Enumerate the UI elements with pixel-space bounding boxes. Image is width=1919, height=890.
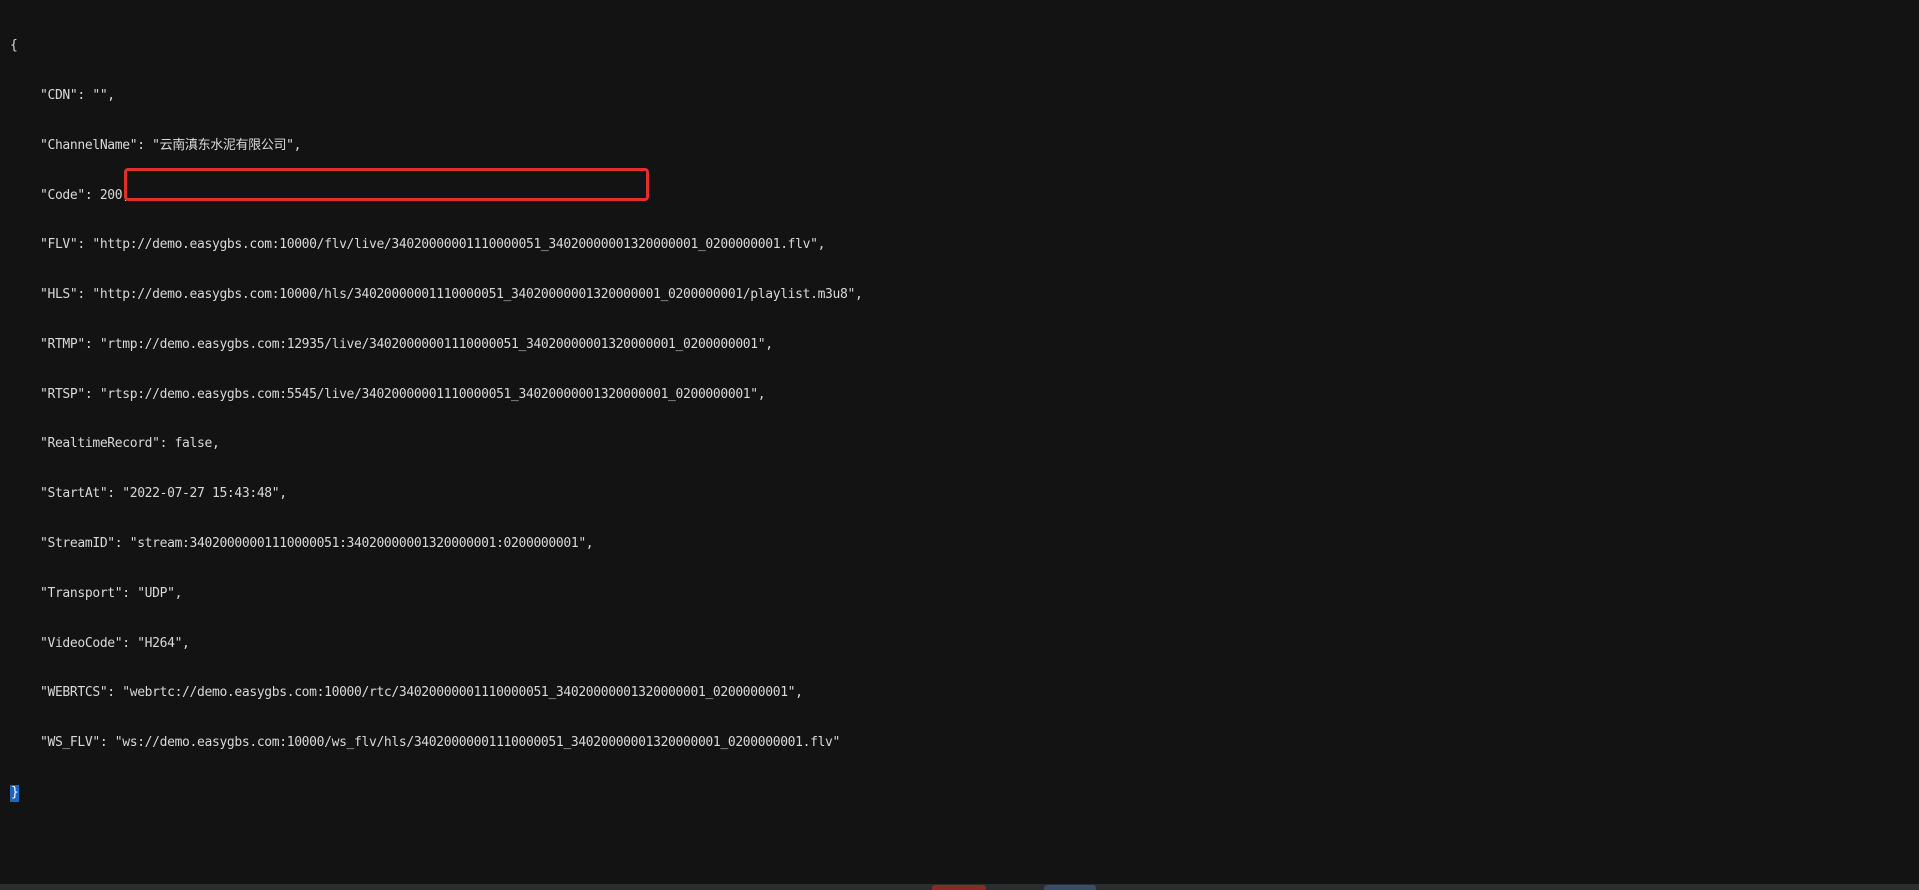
json-line-code: "Code": 200, (10, 188, 862, 205)
taskbar-app-icon[interactable] (932, 885, 986, 890)
json-line-text: "RTMP": "rtmp://demo.easygbs.com:12935/l… (40, 336, 773, 352)
json-line-videocode: "VideoCode": "H264", (10, 636, 862, 653)
json-text[interactable]: { "CDN": "", "ChannelName": "云南滇东水泥有限公司"… (10, 5, 863, 835)
json-line-cdn: "CDN": "", (10, 88, 862, 105)
json-open-brace: { (10, 38, 18, 54)
json-line-rtmp: "RTMP": "rtmp://demo.easygbs.com:12935/l… (10, 337, 862, 354)
json-line-text: "StartAt": "2022-07-27 15:43:48", (40, 486, 287, 502)
json-line-transport: "Transport": "UDP", (10, 586, 862, 603)
json-line-text: "FLV": "http://demo.easygbs.com:10000/fl… (40, 237, 826, 253)
json-line-text: "Transport": "UDP", (40, 585, 183, 601)
json-viewer: { "CDN": "", "ChannelName": "云南滇东水泥有限公司"… (0, 0, 1919, 890)
taskbar-app-icon[interactable] (1044, 885, 1096, 890)
json-line-text: "RealtimeRecord": false, (40, 436, 220, 452)
json-line-text: "CDN": "", (40, 87, 115, 103)
json-line-streamid: "StreamID": "stream:34020000001110000051… (10, 536, 862, 553)
json-line-rtsp: "RTSP": "rtsp://demo.easygbs.com:5545/li… (10, 387, 862, 404)
json-line-text: "Code": 200, (40, 187, 130, 203)
json-line-realtimerecord: "RealtimeRecord": false, (10, 436, 862, 453)
json-line-text: "WEBRTCS": "webrtc://demo.easygbs.com:10… (40, 685, 803, 701)
json-line-text: "VideoCode": "H264", (40, 635, 190, 651)
json-line-text: "ChannelName": "云南滇东水泥有限公司", (40, 137, 302, 153)
json-line-flv: "FLV": "http://demo.easygbs.com:10000/fl… (10, 237, 862, 254)
json-close-brace-line: } (10, 784, 862, 802)
json-line-channelname: "ChannelName": "云南滇东水泥有限公司", (10, 138, 862, 155)
json-line-text: "HLS": "http://demo.easygbs.com:10000/hl… (40, 287, 863, 303)
json-close-brace[interactable]: } (10, 784, 20, 802)
json-line-ws-flv: "WS_FLV": "ws://demo.easygbs.com:10000/w… (10, 735, 862, 752)
json-line-webrtcs: "WEBRTCS": "webrtc://demo.easygbs.com:10… (10, 685, 862, 702)
json-line-text: "WS_FLV": "ws://demo.easygbs.com:10000/w… (40, 735, 841, 751)
json-line-text: "StreamID": "stream:34020000001110000051… (40, 536, 594, 551)
taskbar-strip (0, 884, 1919, 890)
json-line-hls: "HLS": "http://demo.easygbs.com:10000/hl… (10, 287, 863, 304)
json-line-startat: "StartAt": "2022-07-27 15:43:48", (10, 486, 862, 503)
json-line-text: "RTSP": "rtsp://demo.easygbs.com:5545/li… (40, 386, 766, 402)
